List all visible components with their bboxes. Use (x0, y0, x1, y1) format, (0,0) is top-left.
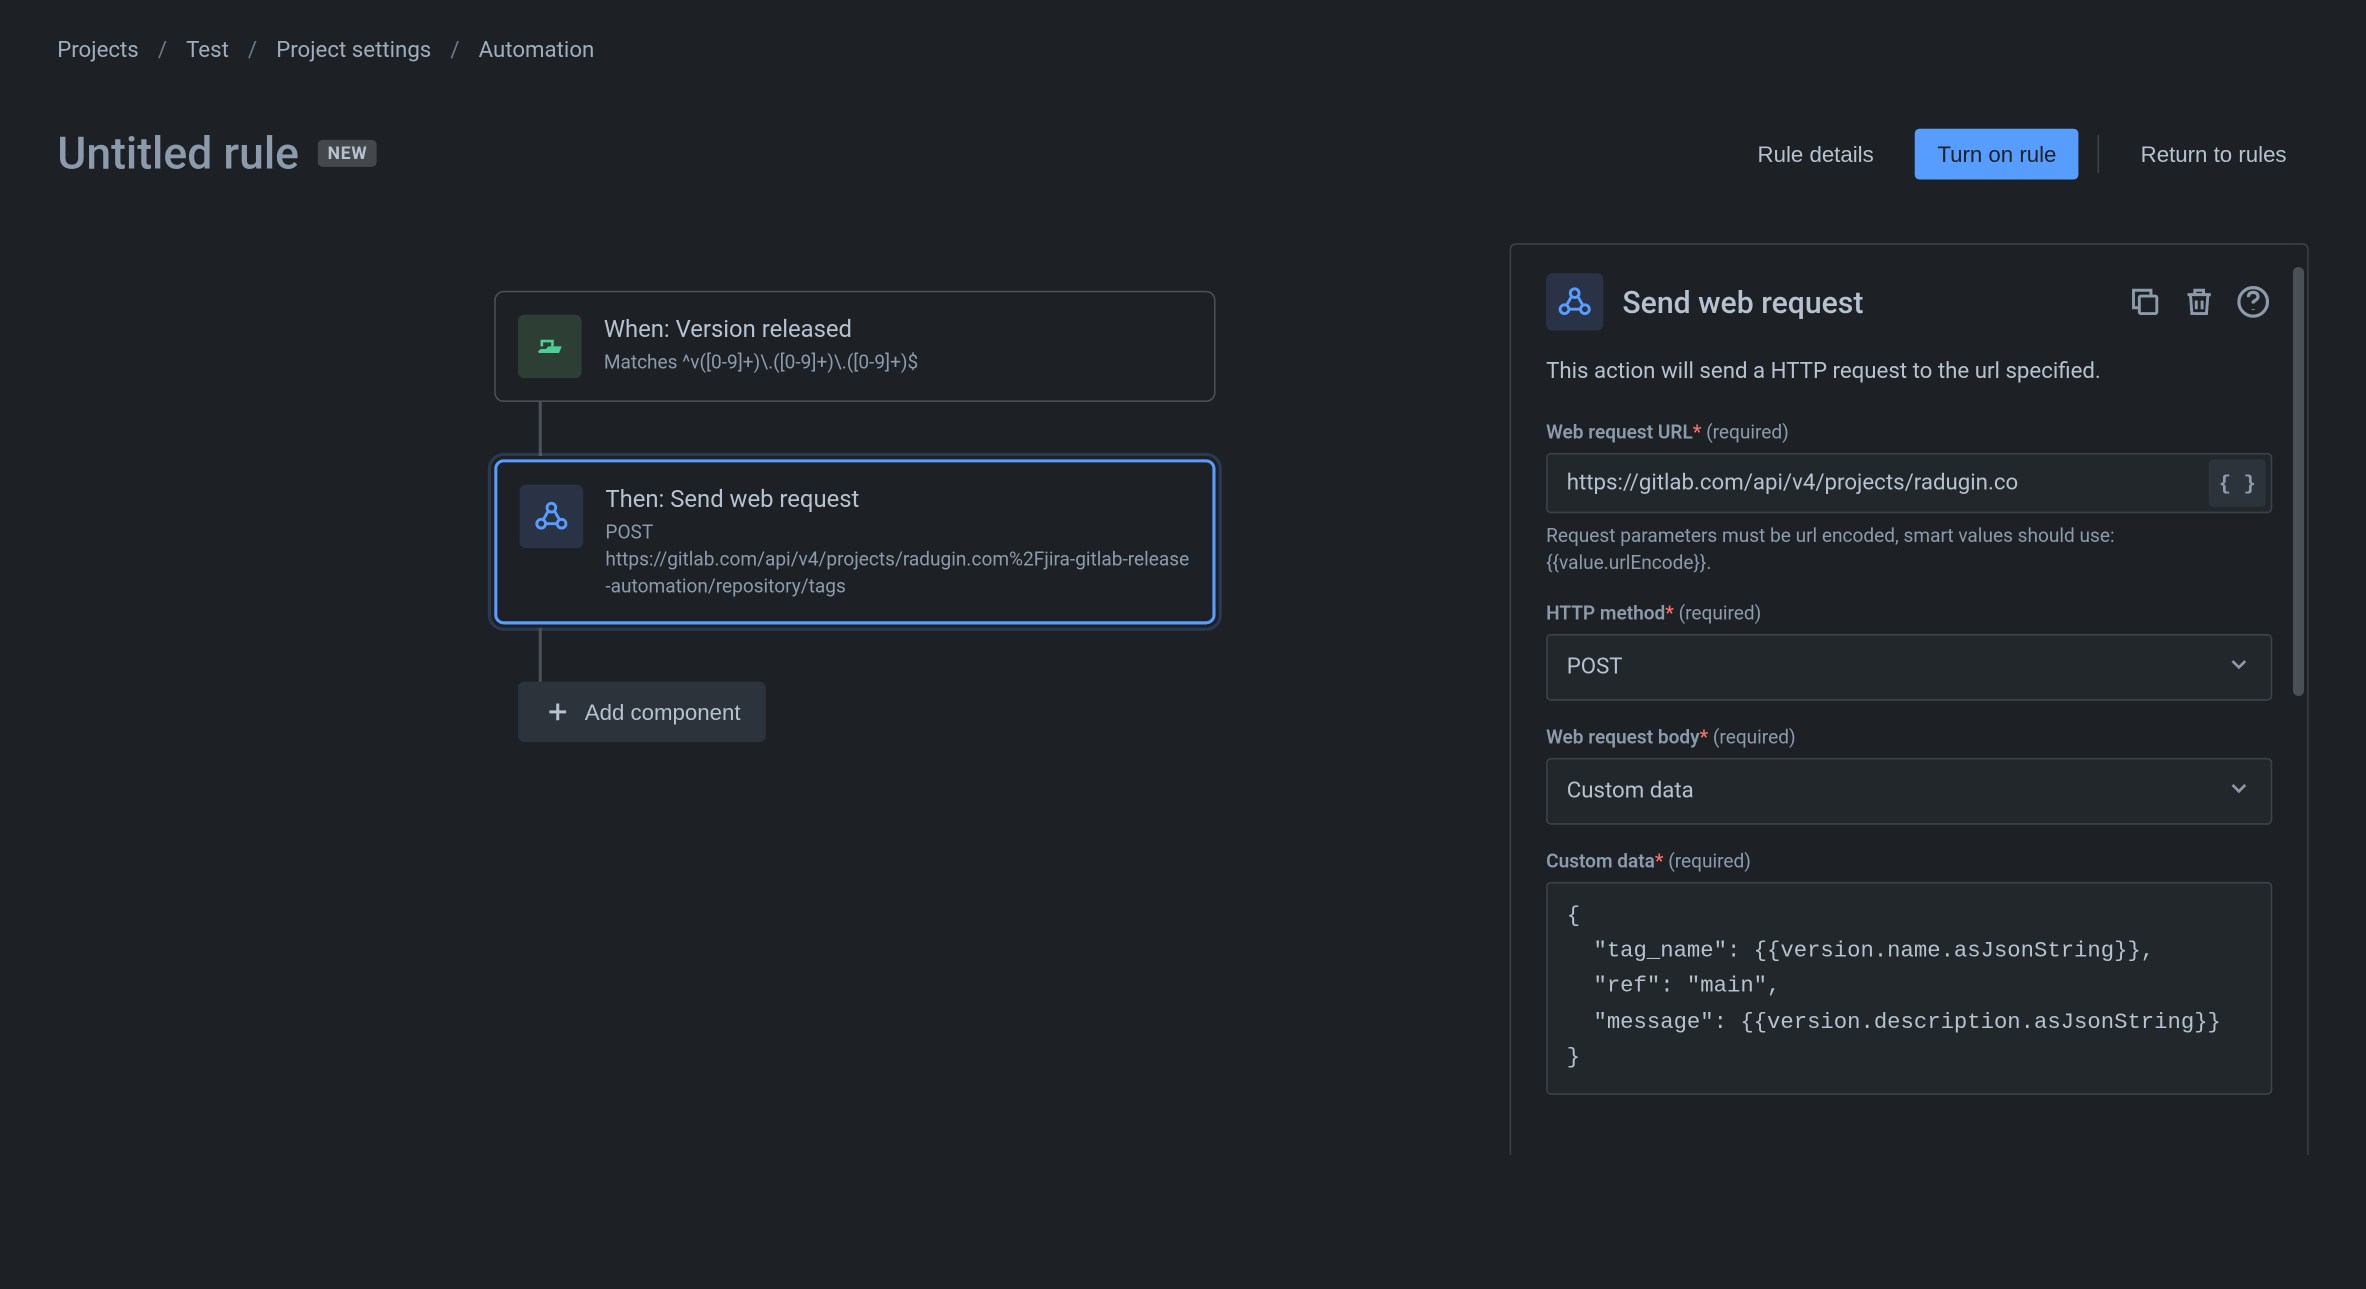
trigger-title: When: Version released (604, 315, 1192, 344)
panel-description: This action will send a HTTP request to … (1546, 356, 2272, 389)
breadcrumb-project-settings[interactable]: Project settings (276, 38, 431, 63)
method-select[interactable]: POST (1546, 633, 2272, 700)
url-input[interactable] (1546, 453, 2272, 513)
turn-on-rule-button[interactable]: Turn on rule (1915, 128, 2079, 179)
custom-data-textarea[interactable] (1546, 881, 2272, 1094)
webhook-icon (520, 485, 584, 549)
divider (2098, 134, 2100, 172)
help-button[interactable] (2234, 283, 2272, 321)
add-component-label: Add component (585, 700, 741, 725)
breadcrumb-test[interactable]: Test (186, 38, 229, 63)
flow-connector (539, 402, 542, 459)
webhook-icon (1546, 273, 1603, 330)
url-label: Web request URL* (required) (1546, 421, 2272, 443)
side-panel: Send web request (1510, 243, 2309, 1154)
body-label: Web request body* (required) (1546, 726, 2272, 748)
plus-icon (543, 698, 572, 727)
custom-data-label: Custom data* (required) (1546, 849, 2272, 871)
trigger-subtitle: Matches ^v([0-9]+)\.([0-9]+)\.([0-9]+)$ (604, 350, 1192, 377)
breadcrumb-separator: / (158, 38, 167, 63)
page-title: Untitled rule (57, 127, 299, 179)
new-badge: NEW (318, 140, 377, 167)
chevron-down-icon (2226, 651, 2251, 683)
panel-title: Send web request (1622, 284, 1863, 321)
add-component-button[interactable]: Add component (518, 682, 766, 742)
breadcrumb: Projects / Test / Project settings / Aut… (57, 38, 2309, 63)
action-title: Then: Send web request (605, 485, 1190, 514)
delete-button[interactable] (2180, 283, 2218, 321)
action-url: https://gitlab.com/api/v4/projects/radug… (605, 546, 1190, 599)
trigger-card[interactable]: When: Version released Matches ^v([0-9]+… (494, 291, 1215, 402)
body-select[interactable]: Custom data (1546, 757, 2272, 824)
breadcrumb-projects[interactable]: Projects (57, 38, 139, 63)
return-to-rules-button[interactable]: Return to rules (2118, 128, 2308, 179)
chevron-down-icon (2226, 775, 2251, 807)
copy-button[interactable] (2126, 283, 2164, 321)
url-hint: Request parameters must be url encoded, … (1546, 523, 2272, 576)
flow-connector (539, 625, 542, 682)
rule-details-button[interactable]: Rule details (1735, 128, 1896, 179)
action-method: POST (605, 520, 1190, 547)
breadcrumb-separator: / (248, 38, 257, 63)
ship-icon (518, 315, 582, 379)
scrollbar[interactable] (2293, 267, 2304, 696)
smart-values-button[interactable]: { } (2209, 459, 2266, 507)
method-label: HTTP method* (required) (1546, 602, 2272, 624)
breadcrumb-automation[interactable]: Automation (479, 38, 595, 63)
breadcrumb-separator: / (450, 38, 459, 63)
action-card[interactable]: Then: Send web request POST https://gitl… (494, 459, 1215, 625)
